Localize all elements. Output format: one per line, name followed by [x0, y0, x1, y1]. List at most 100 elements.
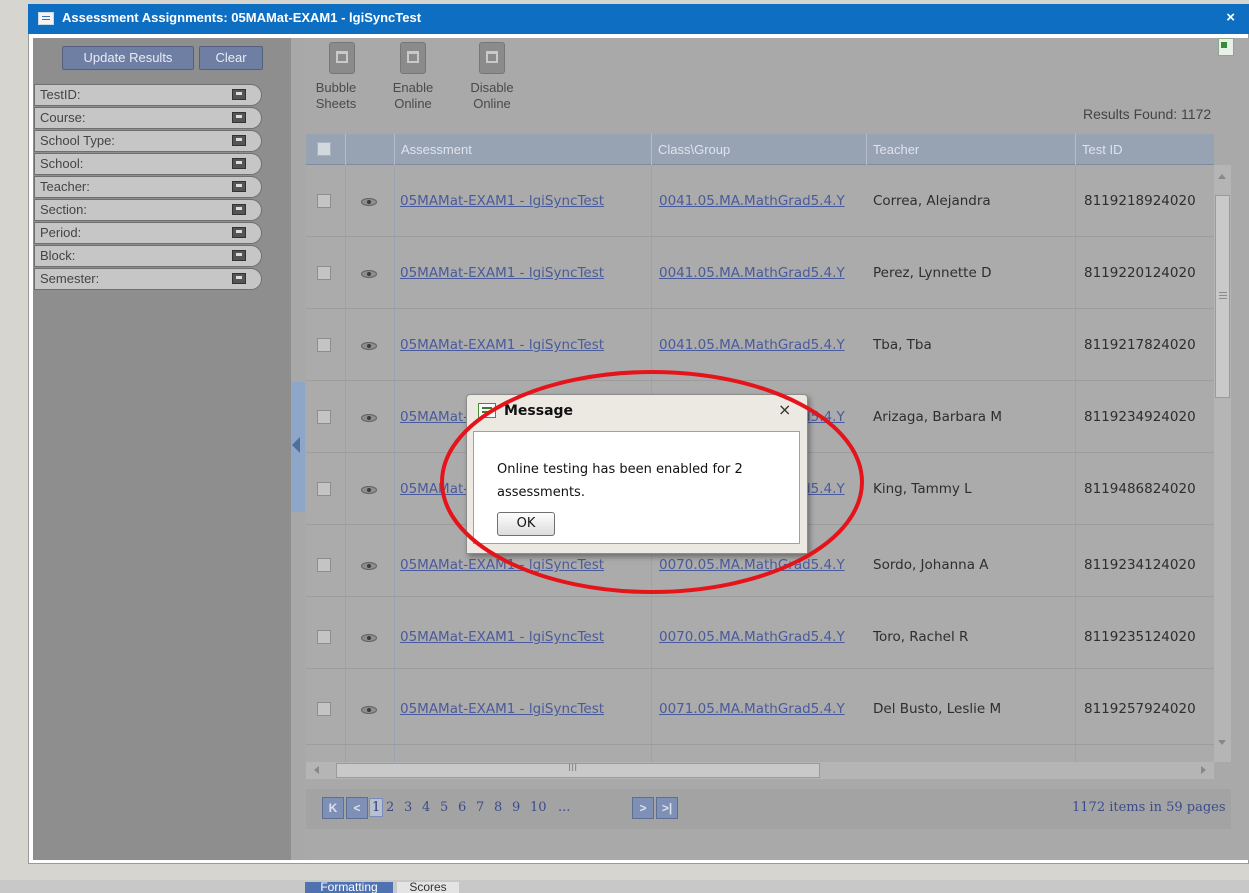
class-group-link[interactable]: 0041.05.MA.MathGrad5.4.Y [659, 337, 865, 353]
disable-online-button[interactable]: Disable Online [460, 80, 524, 112]
view-eye-icon[interactable] [361, 342, 377, 350]
filter-label: Course: [40, 110, 86, 125]
filter-block[interactable]: Block: [34, 245, 262, 267]
view-eye-icon[interactable] [361, 706, 377, 714]
row-checkbox[interactable] [317, 702, 331, 716]
filter-label: Period: [40, 225, 82, 240]
header-class-group[interactable]: Class\Group [651, 134, 866, 165]
assessment-link[interactable]: 05MAMat-EXAM1 - lgiSyncTest [400, 557, 646, 573]
tab-scores[interactable]: Scores [397, 882, 459, 893]
comment-icon[interactable] [232, 112, 246, 123]
row-checkbox[interactable] [317, 266, 331, 280]
teacher-cell: Toro, Rachel R [873, 629, 969, 645]
page-link[interactable]: 2 [386, 800, 394, 815]
comment-icon[interactable] [232, 181, 246, 192]
page-link[interactable]: 6 [458, 800, 466, 815]
page-link[interactable]: 5 [440, 800, 448, 815]
filter-teacher[interactable]: Teacher: [34, 176, 262, 198]
assessment-link[interactable]: 05MAMat-EXAM1 - lgiSyncTest [400, 701, 646, 717]
class-group-link[interactable]: 0041.05.MA.MathGrad5.4.Y [659, 265, 865, 281]
filter-semester[interactable]: Semester: [34, 268, 262, 290]
prev-page-button[interactable]: < [346, 797, 368, 819]
page-link[interactable]: 7 [476, 800, 484, 815]
close-icon[interactable]: × [1226, 9, 1235, 26]
page-link[interactable]: 9 [512, 800, 520, 815]
assessment-link[interactable]: 05MAMat-EXAM1 - lgiSyncTest [400, 337, 646, 353]
test-id-cell: 8119235124020 [1084, 629, 1196, 645]
first-page-button[interactable]: K [322, 797, 344, 819]
disable-online-icon[interactable] [479, 42, 505, 74]
filter-label: Block: [40, 248, 76, 263]
enable-online-icon[interactable] [400, 42, 426, 74]
assessment-link[interactable]: 05MAMat-EXAM1 - lgiSyncTest [400, 629, 646, 645]
grip-icon: III [568, 762, 578, 774]
class-group-link[interactable]: 0041.05.MA.MathGrad5.4.Y [659, 193, 865, 209]
assessment-link[interactable]: 05MAMat-EXAM1 - lgiSyncTest [400, 193, 646, 209]
excel-export-icon[interactable] [1218, 38, 1234, 56]
view-eye-icon[interactable] [361, 562, 377, 570]
page-link[interactable]: 8 [494, 800, 502, 815]
view-eye-icon[interactable] [361, 198, 377, 206]
scroll-right-icon[interactable] [1201, 766, 1206, 774]
row-checkbox[interactable] [317, 482, 331, 496]
page-link-current[interactable]: 1 [369, 798, 384, 817]
enable-online-button[interactable]: Enable Online [381, 80, 445, 112]
title-bar: Assessment Assignments: 05MAMat-EXAM1 - … [28, 4, 1249, 34]
clear-button[interactable]: Clear [199, 46, 263, 70]
page-link[interactable]: 3 [404, 800, 412, 815]
bubble-sheets-icon[interactable] [329, 42, 355, 74]
comment-icon[interactable] [232, 250, 246, 261]
tab-formatting[interactable]: Formatting [305, 882, 393, 893]
filter-course[interactable]: Course: [34, 107, 262, 129]
ok-button[interactable]: OK [497, 512, 555, 536]
bottom-tab-bar [0, 880, 1249, 893]
page-link[interactable]: 10 [530, 800, 547, 815]
page-link[interactable]: 4 [422, 800, 430, 815]
select-all-checkbox[interactable] [317, 142, 331, 156]
next-page-button[interactable]: > [632, 797, 654, 819]
assessment-link[interactable]: 05MAMat-EXAM1 - lgiSyncTest [400, 265, 646, 281]
update-results-button[interactable]: Update Results [62, 46, 194, 70]
results-count: Results Found: 1172 [1083, 106, 1212, 122]
dialog-title: Message [504, 403, 574, 419]
row-checkbox[interactable] [317, 630, 331, 644]
header-test-id[interactable]: Test ID [1075, 134, 1214, 165]
collapse-arrow-icon[interactable] [292, 437, 300, 453]
header-assessment[interactable]: Assessment [394, 134, 651, 165]
horizontal-scroll-thumb[interactable] [336, 763, 820, 778]
comment-icon[interactable] [232, 89, 246, 100]
header-teacher[interactable]: Teacher [866, 134, 1075, 165]
comment-icon[interactable] [232, 135, 246, 146]
class-group-link[interactable]: 0070.05.MA.MathGrad5.4.Y [659, 557, 865, 573]
filter-period[interactable]: Period: [34, 222, 262, 244]
view-eye-icon[interactable] [361, 270, 377, 278]
close-icon[interactable]: × [778, 400, 791, 419]
teacher-cell: King, Tammy L [873, 481, 972, 497]
view-eye-icon[interactable] [361, 414, 377, 422]
comment-icon[interactable] [232, 227, 246, 238]
filter-section[interactable]: Section: [34, 199, 262, 221]
comment-icon[interactable] [232, 273, 246, 284]
last-page-button[interactable]: >| [656, 797, 678, 819]
filter-school[interactable]: School: [34, 153, 262, 175]
view-eye-icon[interactable] [361, 634, 377, 642]
scroll-left-icon[interactable] [314, 766, 319, 774]
filter-school-type[interactable]: School Type: [34, 130, 262, 152]
comment-icon[interactable] [232, 158, 246, 169]
window-title: Assessment Assignments: 05MAMat-EXAM1 - … [62, 10, 422, 25]
row-checkbox[interactable] [317, 338, 331, 352]
filter-testid[interactable]: TestID: [34, 84, 262, 106]
view-eye-icon[interactable] [361, 486, 377, 494]
scroll-down-icon[interactable] [1218, 740, 1226, 745]
scroll-up-icon[interactable] [1218, 174, 1226, 179]
row-checkbox[interactable] [317, 410, 331, 424]
row-checkbox[interactable] [317, 194, 331, 208]
filter-label: Semester: [40, 271, 100, 286]
row-checkbox[interactable] [317, 558, 331, 572]
teacher-cell: Arizaga, Barbara M [873, 409, 1003, 425]
class-group-link[interactable]: 0071.05.MA.MathGrad5.4.Y [659, 701, 865, 717]
page-link-more[interactable]: ... [558, 800, 570, 815]
class-group-link[interactable]: 0070.05.MA.MathGrad5.4.Y [659, 629, 865, 645]
bubble-sheets-button[interactable]: Bubble Sheets [304, 80, 368, 112]
comment-icon[interactable] [232, 204, 246, 215]
